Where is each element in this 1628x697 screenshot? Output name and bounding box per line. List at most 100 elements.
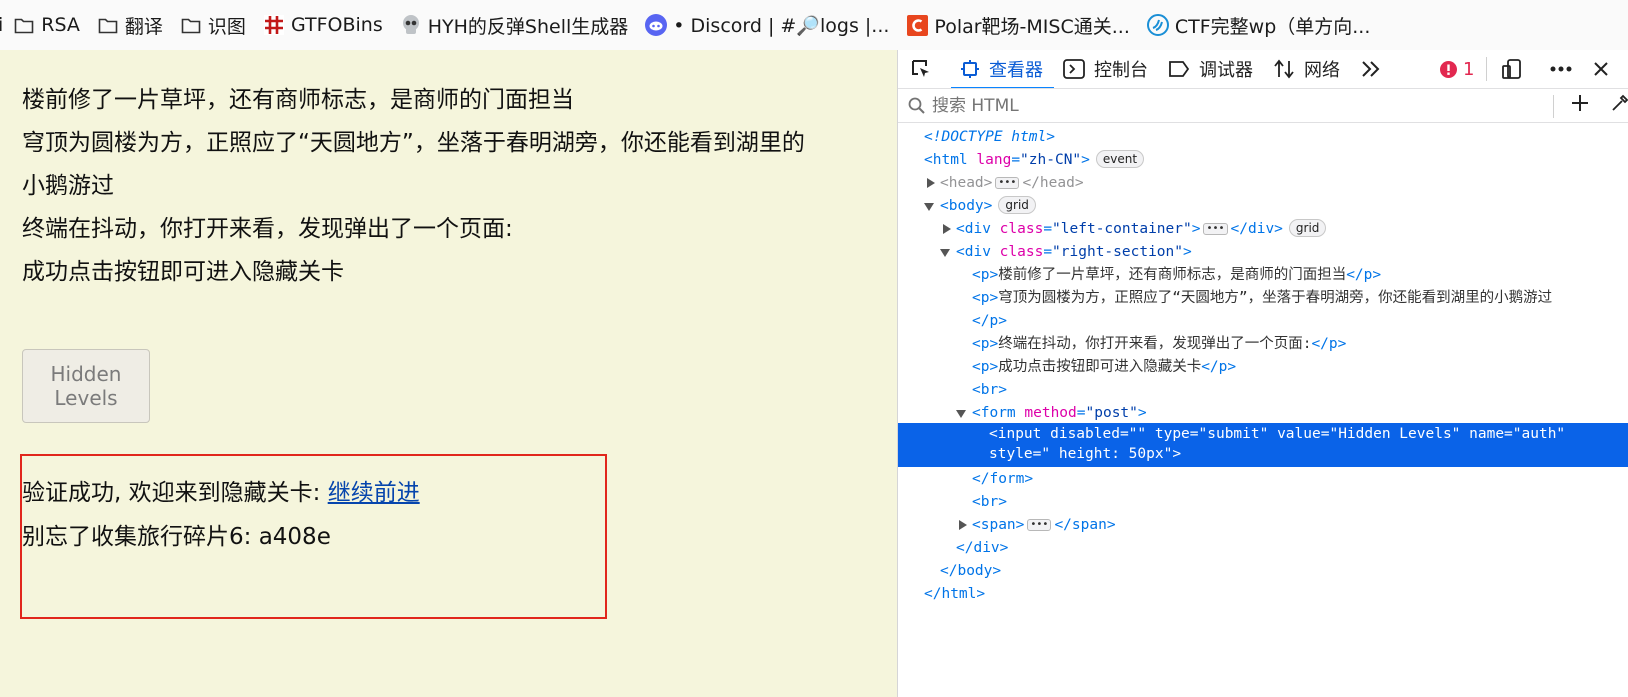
bookmark-discord[interactable]: • Discord | #🔎logs |...	[645, 14, 889, 37]
console-icon	[1063, 59, 1085, 79]
selected-line-2: style=" height: 50px">	[989, 446, 1182, 462]
search-separator	[1553, 95, 1554, 118]
close-devtools-button[interactable]	[1589, 50, 1622, 88]
tab-debugger-label: 调试器	[1199, 60, 1253, 81]
event-badge[interactable]: event	[1095, 150, 1145, 168]
eyedropper-icon	[1612, 94, 1628, 111]
node-p2[interactable]: <p>穹顶为圆楼为方，正照应了“天圆地方”，坐落于春明湖旁，你还能看到湖里的小鹅…	[972, 287, 1552, 310]
html-search-input[interactable]	[932, 96, 1492, 116]
tab-network[interactable]: 网络	[1264, 50, 1351, 88]
p3-text: 终端在抖动，你打开来看，发现弹出了一个页面:	[998, 336, 1312, 352]
node-p1[interactable]: <p>楼前修了一片草坪，还有商师标志，是商师的门面担当</p>	[972, 264, 1381, 287]
node-p3[interactable]: <p>终端在抖动，你打开来看，发现弹出了一个页面:</p>	[972, 333, 1346, 356]
tab-network-label: 网络	[1304, 60, 1340, 81]
chevrons-right-icon	[1362, 61, 1380, 77]
continue-link[interactable]: 继续前进	[328, 480, 420, 506]
error-icon	[1440, 60, 1457, 78]
devtools-panel: 查看器 控制台 调试器 网络 1 搜索 HTML <!DOCTYPE html>…	[897, 50, 1628, 697]
p2-text: 穹顶为圆楼为方，正照应了“天圆地方”，坐落于春明湖旁，你还能看到湖里的小鹅游过	[998, 290, 1553, 306]
collapsed-dots[interactable]: •••	[1203, 223, 1228, 235]
result-highlight-box: 验证成功, 欢迎来到隐藏关卡: 继续前进 别忘了收集旅行碎片6: a408e	[20, 454, 607, 619]
grid-badge[interactable]: grid	[1288, 219, 1327, 237]
bookmark-polar[interactable]: Polar靶场-MISC通关...	[906, 12, 1130, 39]
bookmark-label: CTF完整wp（单方向...	[1174, 15, 1371, 38]
bookmark-gtfobins[interactable]: GTFOBins	[263, 14, 383, 36]
p4-text: 成功点击按钮即可进入隐藏关卡	[998, 359, 1202, 375]
collapse-toggle[interactable]	[940, 249, 950, 257]
node-div-close[interactable]: </div>	[956, 537, 1008, 560]
tab-console-label: 控制台	[1094, 60, 1148, 81]
node-form[interactable]: <form method="post">	[956, 402, 1147, 425]
collapse-toggle[interactable]	[956, 410, 966, 418]
node-head[interactable]: <head> ••• </head>	[924, 172, 1084, 195]
bookmark-label: GTFOBins	[290, 14, 383, 36]
bookmark-label: RSA	[41, 14, 80, 36]
tab-console[interactable]: 控制台	[1054, 50, 1159, 88]
html-search-bar	[898, 90, 1628, 123]
doctype-text: <!DOCTYPE html>	[924, 129, 1055, 145]
selected-node-input[interactable]: <input disabled="" type="submit" value="…	[898, 423, 1628, 467]
network-icon	[1274, 59, 1294, 79]
folder-icon	[97, 14, 119, 36]
responsive-design-button[interactable]	[1487, 50, 1542, 88]
bookmark-ctf-wp[interactable]: CTF完整wp（单方向...	[1146, 12, 1371, 39]
node-html[interactable]: <html lang="zh-CN"> event	[924, 149, 1145, 172]
web-page: 楼前修了一片草坪，还有商师标志，是商师的门面担当 穹顶为圆楼为方，正照应了“天圆…	[0, 50, 897, 697]
node-br[interactable]: <br>	[972, 379, 1007, 402]
bookmark-label: Polar靶场-MISC通关...	[934, 15, 1130, 38]
node-doctype[interactable]: <!DOCTYPE html>	[924, 126, 1055, 149]
tab-debugger[interactable]: 调试器	[1159, 50, 1264, 88]
success-text: 验证成功, 欢迎来到隐藏关卡:	[22, 480, 328, 506]
add-node-button[interactable]	[1570, 93, 1590, 118]
inspector-icon	[961, 60, 979, 78]
paragraph-lawn: 楼前修了一片草坪，还有商师标志，是商师的门面担当	[22, 87, 574, 113]
node-right-section[interactable]: <div class="right-section">	[940, 241, 1192, 264]
bookmark-truncated[interactable]: i	[0, 14, 3, 36]
responsive-icon	[1502, 59, 1522, 79]
element-picker-button[interactable]	[898, 50, 951, 88]
bookmark-folder-rsa[interactable]: RSA	[13, 14, 80, 36]
more-tabs-button[interactable]	[1351, 50, 1402, 88]
bookmark-reverse-shell[interactable]: HYH的反弹Shell生成器	[400, 12, 628, 39]
node-br-2[interactable]: <br>	[972, 491, 1007, 514]
node-form-close[interactable]: </form>	[972, 468, 1033, 491]
node-html-close[interactable]: </html>	[924, 583, 985, 606]
hidden-levels-button[interactable]: Hidden Levels	[22, 349, 150, 423]
expand-toggle[interactable]	[927, 178, 935, 188]
bookmarks-bar: i RSA 翻译 识图 GTFOBins HYH的反弹Shell生成器 • Di…	[0, 0, 1628, 50]
debugger-icon	[1169, 61, 1190, 77]
devtools-menu-button[interactable]	[1542, 50, 1589, 88]
bookmark-label: i	[0, 14, 4, 36]
node-left-container[interactable]: <div class="left-container"> ••• </div> gri…	[940, 218, 1327, 241]
collapse-toggle[interactable]	[924, 203, 934, 211]
node-body-close[interactable]: </body>	[940, 560, 1001, 583]
left-container-class: "left-container"	[1052, 221, 1192, 237]
form-method-value: "post"	[1085, 405, 1138, 421]
collapsed-dots[interactable]: •••	[995, 177, 1020, 189]
bookmark-folder-translate[interactable]: 翻译	[97, 12, 163, 39]
tab-inspector[interactable]: 查看器	[951, 50, 1054, 88]
expand-toggle[interactable]	[943, 224, 951, 234]
search-icon	[908, 97, 925, 114]
polar-icon	[906, 14, 928, 36]
close-icon	[1594, 62, 1609, 76]
collapsed-dots[interactable]: •••	[1027, 519, 1052, 531]
html-lang-value: "zh-CN"	[1020, 152, 1082, 168]
grid-badge[interactable]: grid	[998, 196, 1036, 214]
right-section-class: "right-section"	[1052, 244, 1183, 260]
expand-toggle[interactable]	[959, 520, 967, 530]
fragment-message: 别忘了收集旅行碎片6: a408e	[22, 524, 331, 550]
skull-icon	[400, 14, 422, 36]
paragraph-dome-cont: 小鹅游过	[22, 173, 114, 199]
node-body[interactable]: <body> grid	[924, 195, 1036, 218]
paragraph-terminal: 终端在抖动，你打开来看，发现弹出了一个页面:	[22, 216, 513, 242]
bookmark-folder-image-search[interactable]: 识图	[180, 12, 246, 39]
node-p4[interactable]: <p>成功点击按钮即可进入隐藏关卡</p>	[972, 356, 1236, 379]
paragraph-dome: 穹顶为圆楼为方，正照应了“天圆地方”，坐落于春明湖旁，你还能看到湖里的	[22, 130, 805, 156]
node-span[interactable]: <span> ••• </span>	[956, 514, 1116, 537]
error-count-button[interactable]: 1	[1402, 50, 1486, 88]
folder-icon	[180, 14, 202, 36]
error-count: 1	[1463, 58, 1475, 80]
node-p2-close[interactable]: </p>	[972, 310, 1007, 333]
eyedropper-button[interactable]	[1610, 93, 1628, 118]
